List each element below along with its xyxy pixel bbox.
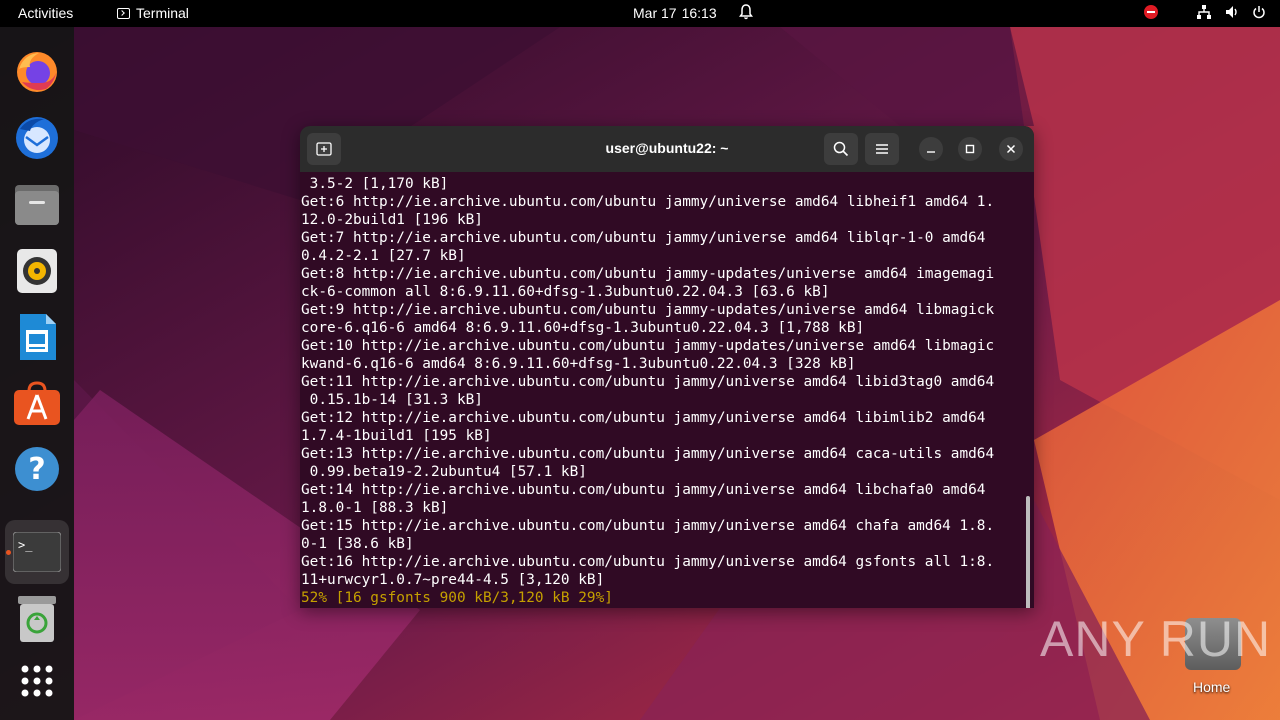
progress-line: 52% [16 gsfonts 900 kB/3,120 kB 29%] [301, 590, 613, 606]
terminal-line: Get:10 http://ie.archive.ubuntu.com/ubun… [301, 338, 995, 354]
terminal-line: Get:9 http://ie.archive.ubuntu.com/ubunt… [301, 302, 995, 318]
power-icon[interactable] [1252, 5, 1266, 19]
trash-icon[interactable] [12, 594, 62, 644]
terminal-line: 3.5-2 [1,170 kB] [301, 176, 449, 192]
show-apps-icon[interactable] [12, 656, 62, 706]
menu-button[interactable] [865, 133, 899, 165]
dock: ? >_ [0, 27, 74, 720]
hamburger-icon [876, 144, 888, 154]
maximize-icon [965, 144, 975, 154]
volume-icon[interactable] [1224, 4, 1240, 20]
terminal-line: Get:14 http://ie.archive.ubuntu.com/ubun… [301, 482, 986, 498]
search-button[interactable] [824, 133, 858, 165]
clock-time: 16:13 [681, 5, 717, 21]
window-titlebar[interactable]: user@ubuntu22: ~ [300, 126, 1034, 172]
search-icon [833, 141, 849, 157]
app-menu-label: Terminal [136, 5, 189, 21]
close-button[interactable] [999, 137, 1023, 161]
clock-date: Mar 17 [633, 5, 677, 21]
help-icon[interactable]: ? [12, 444, 62, 494]
bell-icon[interactable] [739, 4, 753, 23]
terminal-line: Get:11 http://ie.archive.ubuntu.com/ubun… [301, 374, 995, 390]
libreoffice-writer-icon[interactable] [12, 312, 62, 362]
terminal-scrollbar[interactable] [1026, 496, 1030, 608]
system-tray[interactable] [1144, 4, 1266, 20]
clock[interactable]: Mar 17 16:13 [633, 5, 717, 21]
terminal-icon [117, 7, 130, 19]
anyrun-watermark: ANY RUN [1040, 611, 1272, 667]
terminal-line: 1.8.0-1 [88.3 kB] [301, 500, 449, 516]
svg-text:>_: >_ [18, 538, 33, 552]
app-menu[interactable]: Terminal [117, 5, 189, 21]
minimize-icon [927, 151, 935, 153]
files-icon[interactable] [12, 180, 62, 230]
home-folder-label[interactable]: Home [1193, 679, 1230, 695]
terminal-line: 1.7.4-1build1 [195 kB] [301, 428, 492, 444]
activities-button[interactable]: Activities [18, 5, 73, 21]
terminal-line: core-6.q16-6 amd64 8:6.9.11.60+dfsg-1.3u… [301, 320, 865, 336]
terminal-line: 12.0-2build1 [196 kB] [301, 212, 483, 228]
close-icon [1006, 144, 1016, 154]
do-not-disturb-icon[interactable] [1144, 5, 1158, 19]
terminal-line: Get:15 http://ie.archive.ubuntu.com/ubun… [301, 518, 995, 534]
terminal-line: Get:6 http://ie.archive.ubuntu.com/ubunt… [301, 194, 995, 210]
terminal-line: Get:12 http://ie.archive.ubuntu.com/ubun… [301, 410, 986, 426]
app-center-icon[interactable] [12, 378, 62, 428]
svg-text:?: ? [28, 452, 45, 487]
running-indicator [6, 550, 11, 555]
terminal-line: 11+urwcyr1.0.7~pre44-4.5 [3,120 kB] [301, 572, 605, 588]
terminal-line: ck-6-common all 8:6.9.11.60+dfsg-1.3ubun… [301, 284, 830, 300]
terminal-line: Get:7 http://ie.archive.ubuntu.com/ubunt… [301, 230, 986, 246]
terminal-line: 0.99.beta19-2.2ubuntu4 [57.1 kB] [301, 464, 587, 480]
terminal-line: 0.15.1b-14 [31.3 kB] [301, 392, 483, 408]
thunderbird-icon[interactable] [12, 113, 62, 163]
terminal-line: 0.4.2-2.1 [27.7 kB] [301, 248, 466, 264]
terminal-window[interactable]: user@ubuntu22: ~ 3.5-2 [1,170 kB] Get:6 … [300, 126, 1034, 608]
terminal-line: Get:8 http://ie.archive.ubuntu.com/ubunt… [301, 266, 995, 282]
rhythmbox-icon[interactable] [12, 246, 62, 296]
terminal-line: 0-1 [38.6 kB] [301, 536, 414, 552]
firefox-icon[interactable] [12, 47, 62, 97]
minimize-button[interactable] [919, 137, 943, 161]
terminal-output[interactable]: 3.5-2 [1,170 kB] Get:6 http://ie.archive… [300, 172, 1034, 608]
terminal-icon[interactable]: >_ [5, 520, 69, 584]
terminal-line: Get:13 http://ie.archive.ubuntu.com/ubun… [301, 446, 995, 462]
network-icon[interactable] [1196, 4, 1212, 20]
terminal-line: Get:16 http://ie.archive.ubuntu.com/ubun… [301, 554, 995, 570]
terminal-line: kwand-6.q16-6 amd64 8:6.9.11.60+dfsg-1.3… [301, 356, 856, 372]
top-bar: Activities Terminal Mar 17 16:13 [0, 0, 1280, 27]
maximize-button[interactable] [958, 137, 982, 161]
